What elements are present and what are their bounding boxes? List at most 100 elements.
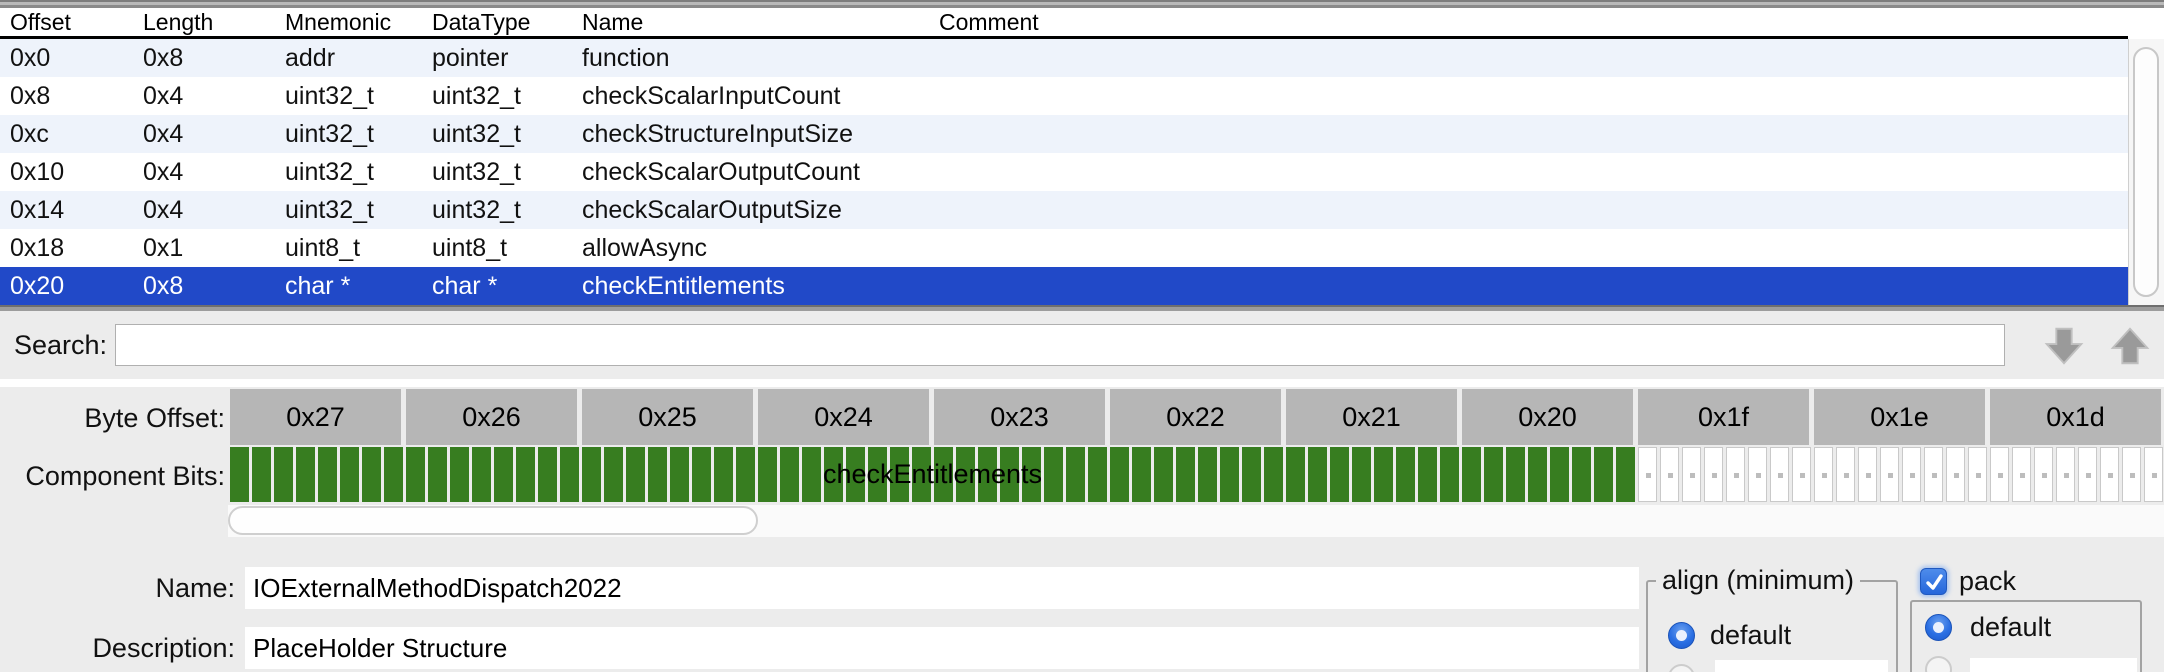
bit-cell-undefined[interactable] [1748,447,1767,502]
bit-cell-undefined[interactable] [1814,447,1833,502]
cell-datatype[interactable]: uint32_t [432,153,582,191]
bit-cell-undefined[interactable] [1726,447,1745,502]
vertical-scrollbar[interactable] [2128,39,2164,305]
bit-cell-undefined[interactable] [1792,447,1811,502]
bit-cell-undefined[interactable] [1836,447,1855,502]
cell-length[interactable]: 0x1 [143,229,285,267]
bit-cell-undefined[interactable] [1924,447,1943,502]
byte-offset-box[interactable]: 0x27 [230,389,401,445]
byte-offset-box[interactable]: 0x20 [1462,389,1633,445]
search-previous-button[interactable] [2100,323,2160,369]
bit-cell-undefined[interactable] [1638,447,1657,502]
table-row[interactable]: 0x14 0x4 uint32_t uint32_t checkScalarOu… [0,191,2128,229]
cell-comment[interactable] [939,191,2128,229]
cell-name[interactable]: checkScalarInputCount [582,77,939,115]
cell-comment[interactable] [939,267,2128,305]
cell-name[interactable]: allowAsync [582,229,939,267]
horizontal-scrollbar-thumb[interactable] [228,506,758,535]
cell-offset[interactable]: 0x14 [10,191,143,229]
cell-mnemonic[interactable]: uint32_t [285,153,432,191]
column-header-offset[interactable]: Offset [10,8,143,36]
pack-default-radio[interactable] [1925,614,1952,641]
cell-offset[interactable]: 0xc [10,115,143,153]
cell-datatype[interactable]: uint32_t [432,191,582,229]
bit-cell-undefined[interactable] [1968,447,1987,502]
cell-datatype[interactable]: uint32_t [432,77,582,115]
bit-cell-undefined[interactable] [2144,447,2163,502]
bit-cell-undefined[interactable] [1902,447,1921,502]
cell-name[interactable]: checkScalarOutputSize [582,191,939,229]
cell-comment[interactable] [939,77,2128,115]
cell-datatype[interactable]: pointer [432,39,582,77]
column-header-mnemonic[interactable]: Mnemonic [285,8,432,36]
column-header-name[interactable]: Name [582,8,939,36]
cell-length[interactable]: 0x8 [143,267,285,305]
bit-cell-undefined[interactable] [2012,447,2031,502]
table-row-selected[interactable]: 0x20 0x8 char * char * checkEntitlements [0,267,2128,305]
pack-custom-radio[interactable] [1925,656,1952,672]
cell-name[interactable]: checkStructureInputSize [582,115,939,153]
cell-name[interactable]: checkEntitlements [582,267,939,305]
description-input[interactable] [245,627,1639,669]
bit-cell-undefined[interactable] [1946,447,1965,502]
cell-length[interactable]: 0x4 [143,191,285,229]
cell-mnemonic[interactable]: uint32_t [285,115,432,153]
cell-mnemonic[interactable]: uint32_t [285,77,432,115]
byte-offset-box[interactable]: 0x1d [1990,389,2161,445]
panel-splitter[interactable] [0,0,2164,8]
byte-offset-box[interactable]: 0x25 [582,389,753,445]
bit-cell-undefined[interactable] [1880,447,1899,502]
cell-datatype[interactable]: char * [432,267,582,305]
vertical-scrollbar-thumb[interactable] [2133,47,2159,297]
bit-cell-undefined[interactable] [2100,447,2119,502]
horizontal-scrollbar[interactable] [228,505,2164,537]
column-header-comment[interactable]: Comment [939,8,2128,36]
byte-offset-box[interactable]: 0x24 [758,389,929,445]
bit-cell-undefined[interactable] [2122,447,2141,502]
byte-offset-box[interactable]: 0x22 [1110,389,1281,445]
cell-length[interactable]: 0x8 [143,39,285,77]
byte-offset-box[interactable]: 0x26 [406,389,577,445]
cell-name[interactable]: function [582,39,939,77]
byte-offset-box[interactable]: 0x21 [1286,389,1457,445]
align-custom-radio[interactable] [1668,664,1695,672]
bit-cell-undefined[interactable] [1990,447,2009,502]
search-next-button[interactable] [2034,323,2094,369]
byte-offset-box[interactable]: 0x1e [1814,389,1985,445]
bit-cell-undefined[interactable] [1858,447,1877,502]
cell-comment[interactable] [939,39,2128,77]
table-row[interactable]: 0x0 0x8 addr pointer function [0,39,2128,77]
cell-mnemonic[interactable]: char * [285,267,432,305]
align-custom-input[interactable] [1715,660,1888,672]
byte-offset-box[interactable]: 0x23 [934,389,1105,445]
cell-mnemonic[interactable]: uint32_t [285,191,432,229]
table-row[interactable]: 0x10 0x4 uint32_t uint32_t checkScalarOu… [0,153,2128,191]
cell-length[interactable]: 0x4 [143,153,285,191]
bit-cell-undefined[interactable] [2056,447,2075,502]
column-header-length[interactable]: Length [143,8,285,36]
pack-checkbox[interactable] [1920,568,1947,595]
bit-cell-undefined[interactable] [1682,447,1701,502]
cell-offset[interactable]: 0x0 [10,39,143,77]
cell-comment[interactable] [939,229,2128,267]
cell-comment[interactable] [939,153,2128,191]
cell-offset[interactable]: 0x8 [10,77,143,115]
cell-comment[interactable] [939,115,2128,153]
cell-datatype[interactable]: uint32_t [432,115,582,153]
cell-offset[interactable]: 0x10 [10,153,143,191]
align-default-radio[interactable] [1668,622,1695,649]
bit-cell-undefined[interactable] [1660,447,1679,502]
bit-cell-undefined[interactable] [1770,447,1789,502]
bit-cell-undefined[interactable] [1704,447,1723,502]
cell-length[interactable]: 0x4 [143,115,285,153]
name-input[interactable] [245,567,1639,609]
cell-datatype[interactable]: uint8_t [432,229,582,267]
cell-offset[interactable]: 0x20 [10,267,143,305]
bit-cell-undefined[interactable] [2078,447,2097,502]
bit-cell-undefined[interactable] [2034,447,2053,502]
cell-mnemonic[interactable]: addr [285,39,432,77]
search-input[interactable] [115,324,2005,366]
column-header-datatype[interactable]: DataType [432,8,582,36]
table-row[interactable]: 0x18 0x1 uint8_t uint8_t allowAsync [0,229,2128,267]
cell-name[interactable]: checkScalarOutputCount [582,153,939,191]
